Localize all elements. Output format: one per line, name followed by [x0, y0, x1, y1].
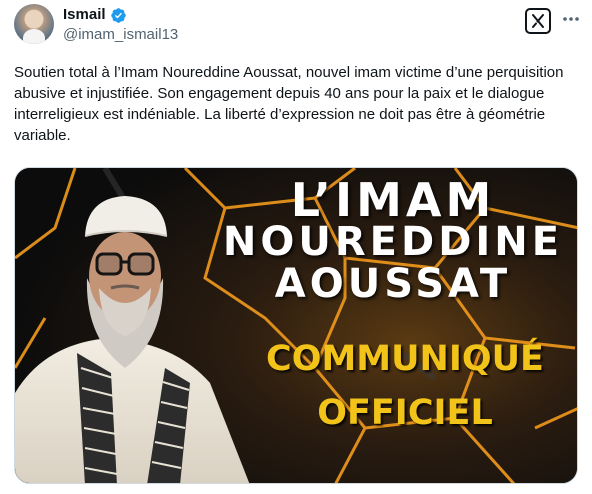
grok-icon[interactable]: [525, 8, 551, 34]
grok-glyph: [532, 14, 544, 28]
author-display-name[interactable]: Ismail: [63, 6, 106, 24]
verified-badge-icon: [110, 7, 126, 23]
image-headline-line2: NOUREDDINE: [222, 219, 564, 265]
post-text: Soutien total à l’Imam Noureddine Aoussa…: [14, 64, 564, 144]
image-subtitle-line1: COMMUNIQUÉ: [266, 339, 544, 379]
more-dots: [563, 17, 579, 21]
author-handle[interactable]: @imam_ismail13: [63, 26, 178, 44]
avatar[interactable]: [14, 4, 54, 44]
image-subtitle-line2: OFFICIEL: [317, 393, 493, 433]
post-image[interactable]: L’IMAM NOUREDDINE AOUSSAT COMMUNIQUÉ OFF…: [14, 167, 578, 484]
post-header: Ismail @imam_ismail13: [14, 2, 580, 46]
image-headline-line3: AOUSSAT: [274, 261, 512, 307]
more-options-icon[interactable]: [562, 8, 580, 30]
author-name-row: Ismail: [63, 6, 127, 24]
